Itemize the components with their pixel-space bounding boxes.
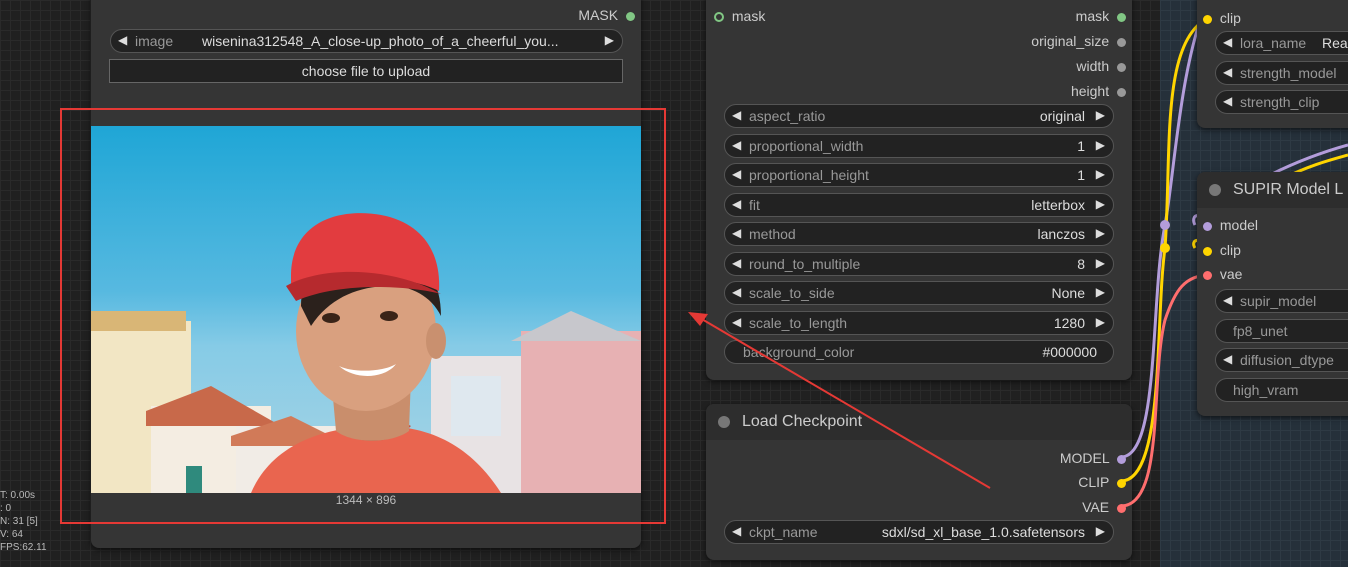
node-title-bar[interactable]: SUPIR Model L	[1197, 172, 1348, 208]
stat-v: V: 64	[0, 529, 23, 540]
vae-input-label: vae	[1219, 266, 1243, 282]
supir-model-widget[interactable]: ◀ supir_model	[1215, 289, 1348, 313]
widget-name: strength_model	[1240, 65, 1337, 81]
decrease-arrow-icon[interactable]: ◀	[1223, 94, 1232, 108]
stat-nodes: N: 31 [5]	[0, 516, 38, 527]
widget-name: supir_model	[1240, 293, 1317, 309]
vae-input-slot[interactable]: vae	[1203, 266, 1242, 282]
strength-model-widget[interactable]: ◀ strength_model	[1215, 61, 1348, 85]
stat-time: T: 0.00s	[0, 490, 36, 501]
clip-input-dot[interactable]	[1203, 246, 1212, 256]
clip-input-slot[interactable]: clip	[1203, 242, 1241, 258]
model-input-label: model	[1219, 217, 1259, 233]
widget-value: Real	[1322, 35, 1348, 51]
lora-loader-node[interactable]: clip ◀ lora_name Real ◀ strength_model ◀…	[1197, 0, 1348, 128]
high-vram-widget[interactable]: high_vram	[1215, 378, 1348, 402]
widget-name: strength_clip	[1240, 94, 1320, 110]
stats-overlay: T: 0.00s : 0 N: 31 [5] V: 64 FPS:62.11	[0, 489, 47, 554]
stat-i: : 0	[0, 503, 12, 514]
model-input-dot[interactable]	[1203, 221, 1212, 231]
clip-input-label: clip	[1219, 242, 1241, 258]
connection-wires	[688, 0, 1348, 508]
clip-input-dot[interactable]	[1203, 14, 1212, 24]
collapse-dot-icon[interactable]	[1209, 184, 1221, 196]
supir-model-loader-node[interactable]: SUPIR Model L model clip vae ◀ supir_mod…	[1197, 172, 1348, 416]
vae-input-dot[interactable]	[1203, 270, 1212, 280]
decrease-arrow-icon[interactable]: ◀	[1223, 293, 1232, 307]
decrease-arrow-icon[interactable]: ◀	[1223, 35, 1232, 49]
widget-name: lora_name	[1240, 35, 1307, 51]
decrease-arrow-icon[interactable]: ◀	[1223, 65, 1232, 79]
diffusion-dtype-widget[interactable]: ◀ diffusion_dtype	[1215, 348, 1348, 372]
decrease-arrow-icon[interactable]: ◀	[1223, 352, 1232, 366]
widget-name: fp8_unet	[1233, 323, 1288, 339]
model-input-slot[interactable]: model	[1203, 217, 1258, 233]
fp8-unet-widget[interactable]: fp8_unet	[1215, 319, 1348, 343]
strength-clip-widget[interactable]: ◀ strength_clip	[1215, 90, 1348, 114]
widget-name: diffusion_dtype	[1240, 352, 1334, 368]
node-title: SUPIR Model L	[1233, 181, 1344, 198]
lora-name-widget[interactable]: ◀ lora_name Real	[1215, 31, 1348, 55]
clip-input-slot[interactable]: clip	[1203, 10, 1241, 26]
widget-name: high_vram	[1233, 382, 1299, 398]
stat-fps: FPS:62.11	[0, 542, 47, 553]
clip-input-label: clip	[1219, 10, 1241, 26]
